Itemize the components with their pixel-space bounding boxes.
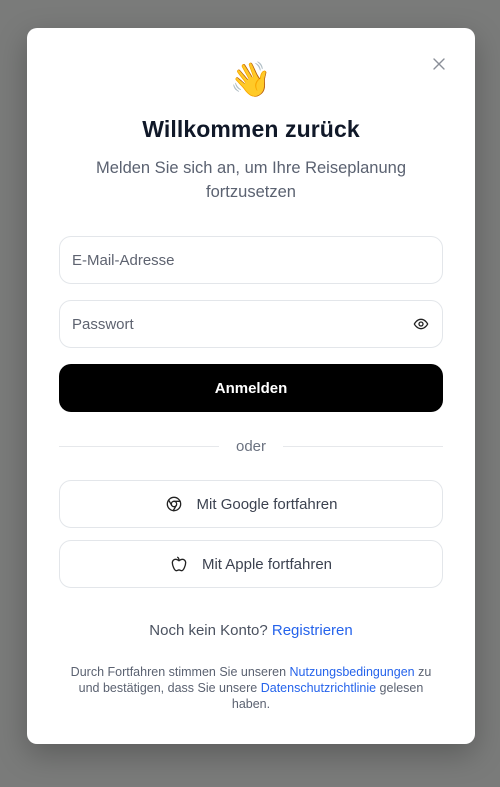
waving-hand-emoji: 👋 — [229, 61, 273, 99]
password-input[interactable] — [72, 315, 412, 333]
signup-prompt-text: Noch kein Konto? — [149, 622, 268, 639]
login-button[interactable]: Anmelden — [59, 364, 443, 412]
apple-login-button[interactable]: Mit Apple fortfahren — [59, 540, 443, 588]
email-input[interactable] — [72, 251, 430, 269]
divider-line-left — [59, 445, 219, 447]
apple-icon — [170, 555, 188, 573]
divider-label: oder — [235, 437, 267, 455]
privacy-link[interactable]: Datenschutzrichtlinie — [261, 681, 376, 695]
google-login-button[interactable]: Mit Google fortfahren — [59, 480, 443, 528]
modal-subtitle: Melden Sie sich an, um Ihre Reiseplanung… — [95, 159, 406, 201]
divider: oder — [59, 436, 443, 456]
terms-link[interactable]: Nutzungsbedingungen — [290, 665, 415, 679]
google-login-label: Mit Google fortfahren — [196, 495, 338, 513]
modal-title: Willkommen zurück — [142, 116, 360, 142]
legal-notice: Durch Fortfahren stimmen Sie unseren Nut… — [63, 664, 439, 712]
signup-prompt: Noch kein Konto? Registrieren — [27, 622, 475, 639]
eye-icon — [413, 318, 429, 330]
email-field-container — [59, 236, 443, 284]
apple-login-label: Mit Apple fortfahren — [201, 555, 333, 573]
password-field-container — [59, 300, 443, 348]
legal-text-1: Durch Fortfahren stimmen Sie unseren — [70, 665, 290, 679]
register-link[interactable]: Registrieren — [272, 622, 353, 639]
login-modal: 👋 Willkommen zurück Melden Sie sich an, … — [27, 28, 475, 744]
show-password-button[interactable] — [412, 315, 430, 333]
google-chrome-icon — [165, 495, 183, 513]
divider-line-right — [283, 445, 443, 447]
